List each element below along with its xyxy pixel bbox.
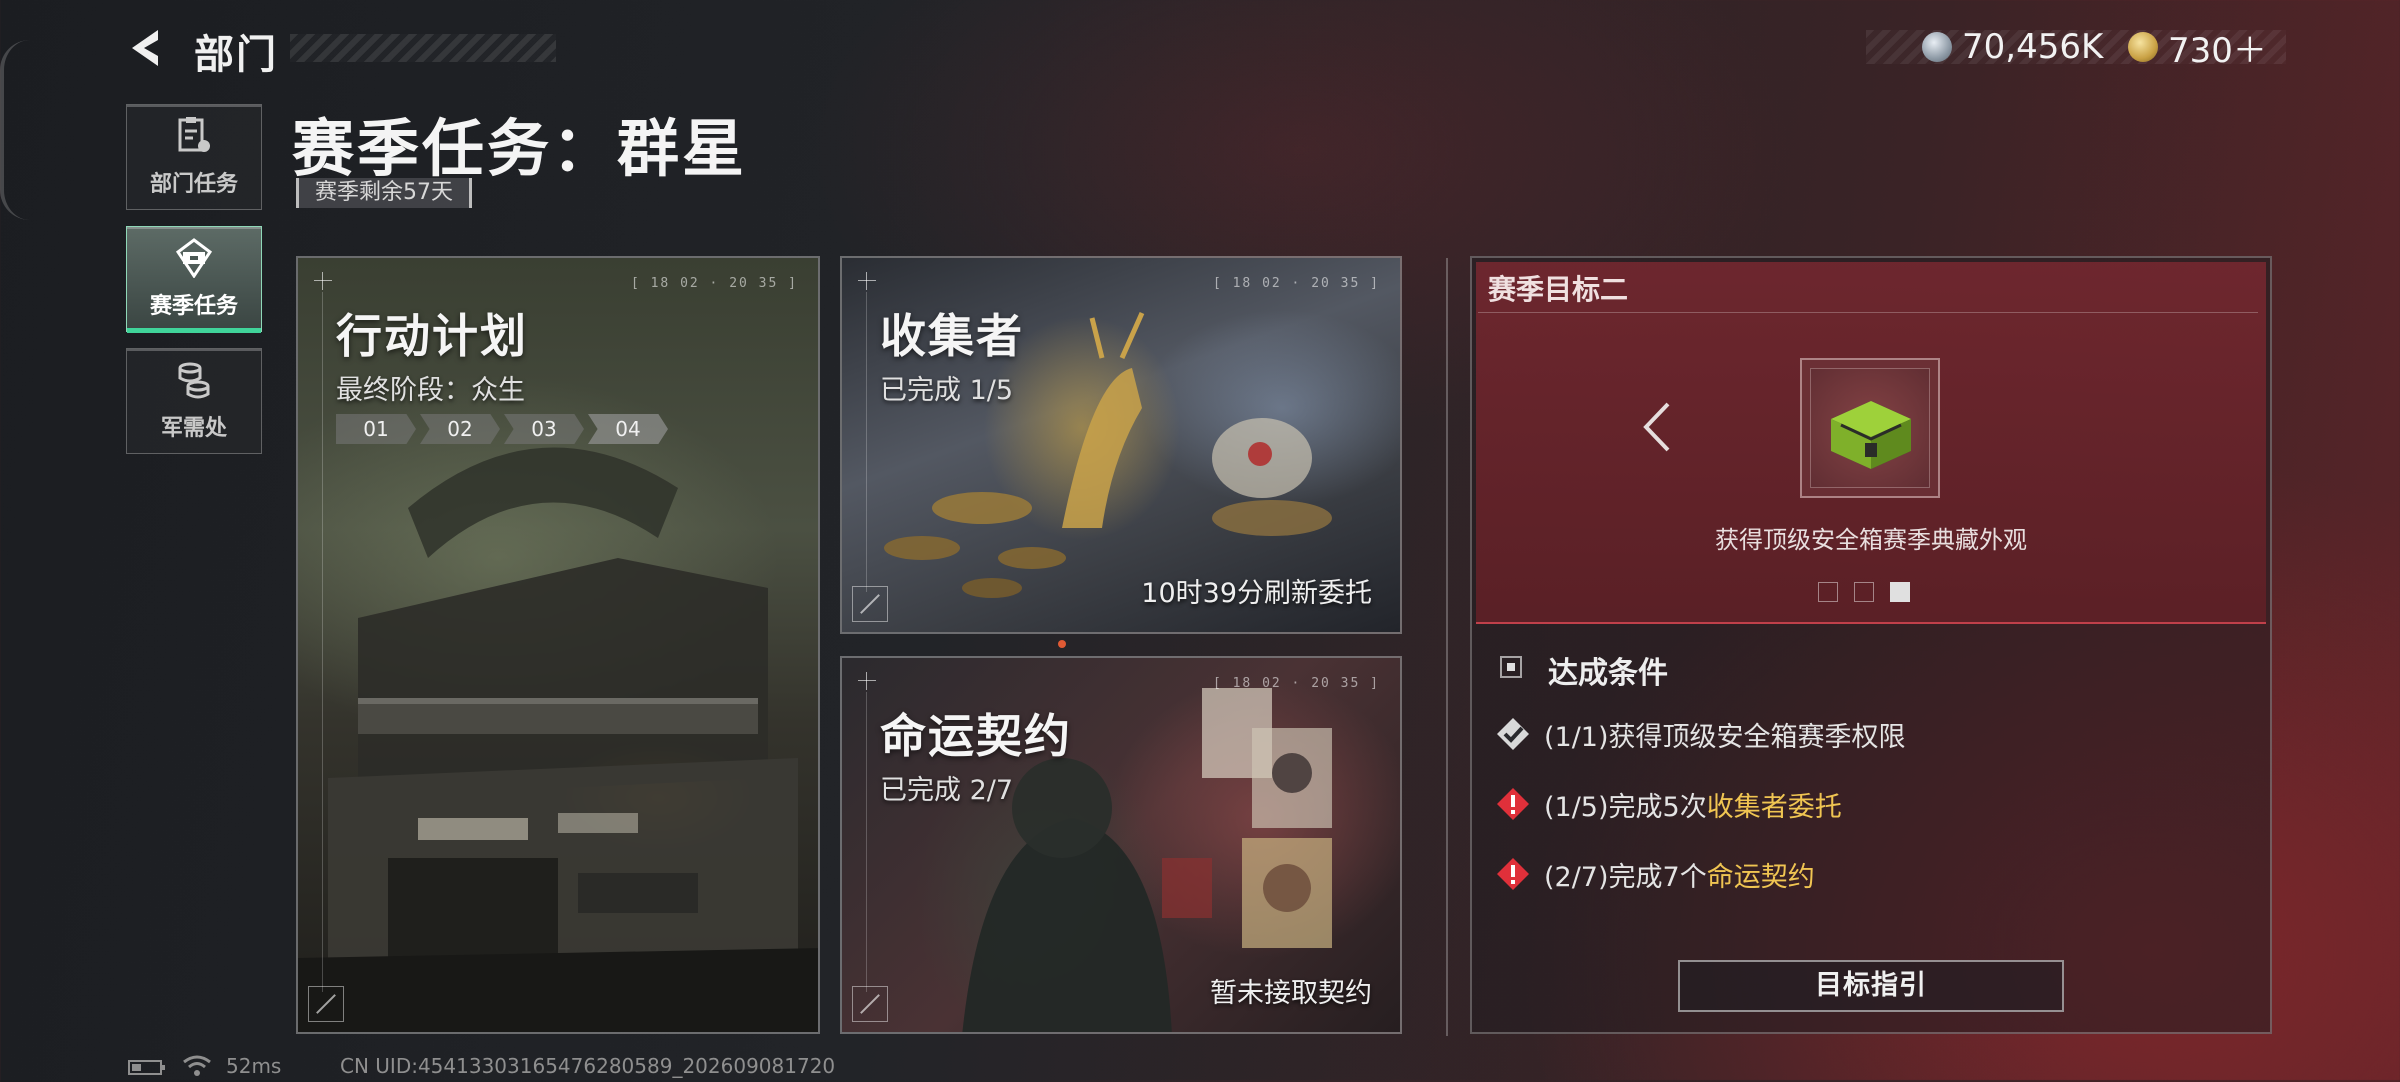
- goal-pager: [1818, 582, 1910, 602]
- conditions-icon: [1500, 656, 1522, 678]
- silver-currency-value: 70,456K: [1962, 27, 2104, 67]
- condition-row: (1/1)获得顶级安全箱赛季权限: [1496, 714, 1906, 754]
- card-action-plan[interactable]: [ 18 02 · 20 35 ] 行动计划 最终阶段：众生 01 02 03 …: [296, 256, 820, 1034]
- reward-item: [1810, 368, 1930, 488]
- goal-title-underline: [1478, 312, 2258, 313]
- warning-icon: [1496, 857, 1530, 891]
- corner-plus-mark: [314, 272, 332, 290]
- card-title: 收集者: [880, 309, 1024, 363]
- stage-step: 02: [420, 414, 500, 444]
- condition-row: (2/7)完成7个命运契约: [1496, 854, 1815, 894]
- reward-caption: 获得顶级安全箱赛季典藏外观: [1715, 526, 2027, 554]
- goal-title: 赛季目标二: [1488, 273, 1629, 306]
- expand-icon: [308, 986, 344, 1022]
- condition-highlight: 收集者委托: [1706, 791, 1842, 823]
- stage-progress: 01 02 03 04: [336, 414, 668, 444]
- corner-plus-mark: [858, 672, 876, 690]
- header-decoration: [290, 34, 556, 62]
- card-guide-line: [322, 292, 323, 992]
- season-remaining-badge: 赛季剩余57天: [296, 178, 472, 208]
- condition-text: (1/5)完成5次收集者委托: [1544, 791, 1842, 823]
- stage-step: 04: [588, 414, 668, 444]
- condition-row: (1/5)完成5次收集者委托: [1496, 784, 1842, 824]
- header-title: 部门: [194, 32, 278, 78]
- sidebar-item-supply[interactable]: 军需处: [126, 348, 262, 454]
- uid-text: CN UID:454133031654762805​89_20260908172…: [340, 1054, 836, 1078]
- condition-highlight: 命运契约: [1706, 861, 1815, 893]
- corner-plus-mark: [858, 272, 876, 290]
- sidebar-item-label: 赛季任务: [149, 294, 238, 319]
- supply-icon: [178, 362, 210, 399]
- conditions-title: 达成条件: [1548, 656, 1668, 691]
- stage-step: 01: [336, 414, 416, 444]
- pager-dot-active[interactable]: [1890, 582, 1910, 602]
- wifi-icon: [182, 1054, 212, 1082]
- card-title: 行动计划: [336, 309, 528, 363]
- season-task-icon: [175, 238, 213, 278]
- silver-coin-icon: [1922, 32, 1952, 62]
- target-guide-button[interactable]: 目标指引: [1678, 960, 2064, 1012]
- back-icon[interactable]: [124, 26, 168, 70]
- stage-step: 03: [504, 414, 584, 444]
- card-refresh-timer: 10时39分刷新委托: [1141, 578, 1372, 609]
- chevron-left-icon[interactable]: [1642, 402, 1672, 452]
- department-task-icon: [178, 117, 210, 152]
- card-guide-line: [866, 292, 867, 592]
- sidebar-item-department-tasks[interactable]: 部门任务: [126, 104, 262, 210]
- expand-icon: [852, 986, 888, 1022]
- gold-currency[interactable]: 730＋: [2128, 26, 2267, 71]
- card-contract-status: 暂未接取契约: [1210, 978, 1372, 1009]
- safe-box-icon: [1831, 401, 1911, 469]
- card-code-text: [ 18 02 · 20 35 ]: [1212, 276, 1380, 291]
- gold-currency-value: 730＋: [2168, 30, 2267, 71]
- pager-dot[interactable]: [1854, 582, 1874, 602]
- page-title: 赛季任务：群星: [292, 112, 748, 185]
- card-fate-contract[interactable]: [ 18 02 · 20 35 ] 命运契约 已完成 2/7 暂未接取契约: [840, 656, 1402, 1034]
- battery-icon: [128, 1060, 165, 1075]
- pager-dot[interactable]: [1818, 582, 1838, 602]
- notification-dot: [1058, 640, 1066, 648]
- gold-coin-icon: [2128, 32, 2158, 62]
- edge-decoration: [0, 40, 34, 220]
- condition-text: (1/1)获得顶级安全箱赛季权限: [1544, 721, 1906, 753]
- checkmark-icon: [1496, 717, 1530, 751]
- sidebar-item-season-tasks[interactable]: 赛季任务: [126, 226, 262, 333]
- card-collector[interactable]: [ 18 02 · 20 35 ] 收集者 已完成 1/5 10时39分刷新委托: [840, 256, 1402, 634]
- expand-icon: [852, 586, 888, 622]
- latency-text: 52ms: [226, 1054, 282, 1078]
- sidebar-item-label: 部门任务: [149, 172, 238, 197]
- card-title: 命运契约: [880, 709, 1072, 763]
- panel-divider: [1446, 258, 1448, 1036]
- card-code-text: [ 18 02 · 20 35 ]: [1212, 676, 1380, 691]
- silver-currency[interactable]: 70,456K: [1922, 26, 2103, 68]
- sidebar-item-label: 军需处: [160, 416, 227, 441]
- card-guide-line: [866, 692, 867, 992]
- warning-icon: [1496, 787, 1530, 821]
- card-code-text: [ 18 02 · 20 35 ]: [630, 276, 798, 291]
- card-subtitle: 最终阶段：众生: [336, 375, 525, 406]
- card-progress: 已完成 2/7: [880, 775, 1014, 806]
- condition-text: (2/7)完成7个命运契约: [1544, 861, 1815, 893]
- card-progress: 已完成 1/5: [880, 375, 1014, 406]
